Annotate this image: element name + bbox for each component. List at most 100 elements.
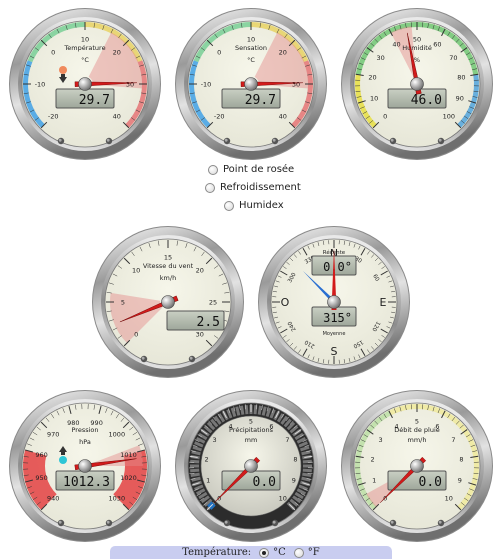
tick-label: 3	[213, 436, 217, 444]
fahrenheit-radio[interactable]	[293, 547, 304, 558]
tick-label: 9	[458, 476, 462, 484]
sensation-gauge: -20 -10 0 10 20 30 40 Sensation °C 29.7	[175, 8, 327, 160]
tick-label: -20	[48, 112, 59, 120]
tick-label: 10	[370, 94, 378, 102]
tick-label: 960	[35, 451, 47, 459]
gauge-title: Humidité	[402, 44, 432, 52]
average-direction-value: 315°	[323, 311, 352, 325]
tick-label: 1020	[120, 474, 137, 482]
tick-label: 40	[113, 112, 121, 120]
tick-label: 1010	[120, 451, 137, 459]
lcd-value: 29.7	[245, 93, 276, 108]
units-bar: Température: °C °F	[110, 546, 392, 559]
gauge-title: Débit de pluie	[394, 426, 440, 434]
tick-label: 3	[379, 436, 383, 444]
tick-label: 10	[132, 267, 140, 275]
tick-label: 5	[121, 299, 125, 307]
recent-label: Récente	[323, 249, 346, 256]
dewpoint-radio[interactable]	[208, 164, 218, 175]
humidex-option[interactable]: Humidex	[224, 200, 284, 211]
humidex-label: Humidex	[239, 200, 284, 211]
gauge-title: Vitesse du vent	[143, 262, 194, 270]
temperature-gauge: -20 -10 0 10 20 30 40 Température °C 29.7	[9, 8, 161, 160]
humidex-radio[interactable]	[224, 200, 234, 211]
tick-label: 30	[126, 81, 134, 89]
recent-direction-value: 0.0°	[323, 260, 352, 274]
tick-label: 7	[285, 436, 289, 444]
tick-label: 0	[51, 49, 55, 57]
tick-label: 940	[47, 494, 59, 502]
tick-label: 30	[292, 81, 300, 89]
tick-label: 8	[459, 455, 463, 463]
rain-rate-gauge: 012345678910Débit de pluiemm/h0.0	[341, 390, 493, 542]
tick-label: 10	[279, 494, 287, 502]
fahrenheit-label: °F	[307, 547, 320, 558]
tick-label: 40	[392, 40, 400, 48]
tick-label: 0	[383, 112, 387, 120]
units-label: Température:	[182, 547, 252, 558]
tick-label: 20	[368, 73, 376, 81]
cardinal-label: O	[281, 296, 290, 309]
dewpoint-label: Point de rosée	[223, 164, 295, 175]
tick-label: 950	[35, 474, 47, 482]
gauge-unit: mm	[245, 436, 258, 444]
celsius-option[interactable]: °C	[259, 547, 286, 558]
windchill-option[interactable]: Refroidissement	[205, 182, 301, 193]
tick-label: 1000	[109, 431, 126, 439]
windchill-label: Refroidissement	[220, 182, 301, 193]
lcd-value: 2.5	[197, 315, 220, 330]
celsius-radio[interactable]	[259, 547, 270, 558]
tick-label: 25	[209, 299, 217, 307]
lcd-value: 0.0	[419, 475, 442, 490]
tick-label: 60	[433, 40, 441, 48]
tick-label: 1	[372, 476, 376, 484]
wind-direction-compass: NESO3060120150210240300330Récente0.0°315…	[258, 226, 410, 378]
gauge-unit: °C	[247, 56, 255, 64]
celsius-label: °C	[273, 547, 286, 558]
average-label: Moyenne	[323, 331, 346, 337]
lcd-value: 46.0	[411, 93, 442, 108]
gauge-unit: mm/h	[408, 436, 427, 444]
gauge-title: Température	[63, 44, 105, 52]
tick-label: 80	[457, 73, 465, 81]
tick-label: 20	[196, 267, 204, 275]
tick-label: 20	[113, 49, 121, 57]
tick-label: 5	[249, 418, 253, 426]
tick-label: -10	[35, 81, 46, 89]
tick-label: 10	[445, 494, 453, 502]
tick-label: 2	[204, 455, 208, 463]
tick-label: 10	[247, 36, 255, 44]
tick-label: 970	[47, 431, 59, 439]
tick-label: 90	[456, 94, 464, 102]
windchill-radio[interactable]	[205, 182, 215, 193]
tick-label: 100	[443, 112, 455, 120]
gauge-unit: °C	[81, 56, 89, 64]
tick-label: 1030	[109, 494, 126, 502]
tick-label: 50	[413, 36, 421, 44]
tick-label: 30	[196, 330, 204, 338]
lcd-value: 29.7	[79, 93, 110, 108]
tick-label: 0	[217, 49, 221, 57]
tick-label: 1	[206, 476, 210, 484]
precipitation-gauge: 012345678910Précipitationsmm0.0	[175, 390, 327, 542]
fahrenheit-option[interactable]: °F	[293, 547, 320, 558]
tick-label: 8	[293, 455, 297, 463]
gauge-unit: km/h	[160, 274, 176, 282]
gauge-unit: hPa	[79, 438, 91, 446]
tick-label: -10	[201, 81, 212, 89]
cardinal-label: S	[331, 345, 338, 358]
gauge-title: Pression	[71, 426, 98, 434]
tick-label: 40	[279, 112, 287, 120]
pressure-gauge: 940950960970980 9901000101010201030Pressi…	[9, 390, 161, 542]
tick-label: 20	[279, 49, 287, 57]
tick-label: 30	[376, 54, 384, 62]
tick-label: -20	[214, 112, 225, 120]
wind-speed-gauge: 0 5 10 15 20 25 30 Vitesse du vent km/h 2.5	[92, 226, 244, 378]
tick-label: 7	[451, 436, 455, 444]
tick-label: 15	[164, 254, 172, 262]
tick-label: 2	[370, 455, 374, 463]
gauge-title: Précipitations	[229, 426, 274, 434]
tick-label: 70	[449, 54, 457, 62]
tick-label: 9	[292, 476, 296, 484]
dewpoint-option[interactable]: Point de rosée	[208, 164, 294, 175]
